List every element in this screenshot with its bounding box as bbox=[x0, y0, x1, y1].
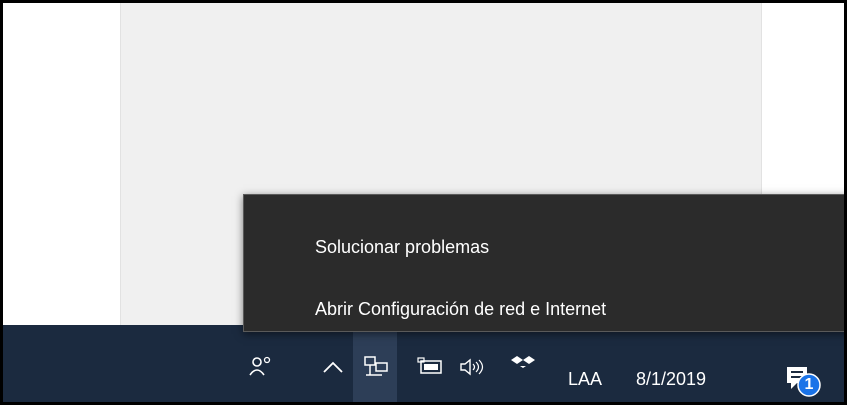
volume-icon[interactable] bbox=[459, 357, 487, 377]
network-icon[interactable] bbox=[363, 355, 389, 379]
battery-icon[interactable] bbox=[417, 357, 445, 377]
menu-item-troubleshoot[interactable]: Solucionar problemas bbox=[244, 223, 844, 273]
chevron-up-icon[interactable] bbox=[321, 359, 345, 375]
menu-item-label: Solucionar problemas bbox=[315, 237, 490, 257]
notification-icon[interactable]: 1 bbox=[785, 365, 825, 402]
people-icon[interactable] bbox=[249, 355, 275, 379]
network-context-menu: Solucionar problemas Abrir Configuración… bbox=[243, 194, 844, 332]
menu-item-label: Abrir Configuración de red e Internet bbox=[315, 299, 607, 319]
screen: LAA 8/1/2019 1 Solucionar problemas Abri… bbox=[3, 3, 844, 402]
notification-badge-count: 1 bbox=[804, 376, 814, 393]
dropbox-icon[interactable] bbox=[511, 354, 535, 374]
clock-date[interactable]: 8/1/2019 bbox=[636, 369, 706, 390]
language-indicator[interactable]: LAA bbox=[568, 369, 602, 390]
menu-item-network-settings[interactable]: Abrir Configuración de red e Internet bbox=[244, 285, 844, 335]
